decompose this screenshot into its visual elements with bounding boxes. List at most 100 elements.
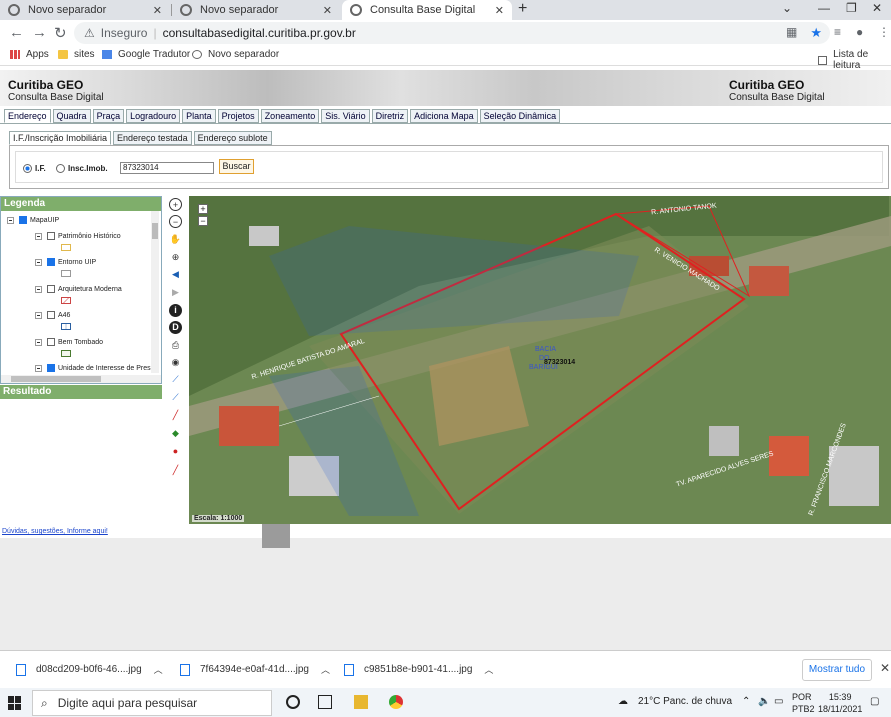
new-tab-button[interactable]: + bbox=[518, 0, 527, 18]
close-icon[interactable]: ✕ bbox=[495, 4, 504, 17]
text-tool-icon[interactable]: ╱ bbox=[169, 464, 182, 477]
info-icon[interactable]: i bbox=[169, 304, 182, 317]
back-icon[interactable]: ← bbox=[9, 24, 24, 41]
feedback-link[interactable]: Dúvidas, sugestões, Informe aqui! bbox=[2, 528, 108, 535]
tab-sis-viario[interactable]: Sis. Viário bbox=[321, 109, 370, 123]
show-all-button[interactable]: Mostrar tudo bbox=[802, 659, 872, 681]
chevron-up-icon[interactable]: ︿ bbox=[484, 663, 493, 676]
restore-icon[interactable]: ❐ bbox=[846, 1, 857, 15]
tab-endereco[interactable]: Endereço bbox=[4, 109, 51, 123]
task-view-icon[interactable] bbox=[318, 695, 332, 709]
tab-quadra[interactable]: Quadra bbox=[52, 109, 91, 123]
weather-icon[interactable]: ☁ bbox=[618, 696, 628, 707]
collapse-icon[interactable] bbox=[35, 338, 42, 346]
minimize-icon[interactable]: — bbox=[818, 1, 830, 15]
legend-item-unidade-interesse[interactable]: Unidade de Interesse de Pres bbox=[35, 364, 151, 372]
legend-h-scrollbar[interactable] bbox=[1, 375, 161, 383]
globe-icon[interactable]: ◉ bbox=[169, 356, 182, 369]
download-item[interactable]: 7f64394e-e0af-41d....jpg ︿ bbox=[180, 663, 330, 676]
pan-hand-icon[interactable]: ✋ bbox=[169, 233, 182, 246]
extension-icon[interactable]: ▦ bbox=[786, 25, 797, 39]
tab-selecao-dinamica[interactable]: Seleção Dinâmica bbox=[479, 109, 561, 123]
tab-diretriz[interactable]: Diretriz bbox=[371, 109, 409, 123]
measure-area-icon[interactable]: ⟋ bbox=[169, 391, 182, 404]
file-explorer-icon[interactable] bbox=[354, 695, 368, 709]
language-indicator[interactable]: POR PTB2 bbox=[792, 691, 815, 715]
menu-icon[interactable]: ⋮ bbox=[878, 25, 890, 39]
radio-if[interactable]: I.F. bbox=[23, 164, 46, 173]
checkbox[interactable] bbox=[47, 258, 55, 266]
browser-tab-2[interactable]: Novo separador ✕ bbox=[172, 0, 340, 20]
tab-planta[interactable]: Planta bbox=[182, 109, 216, 123]
chevron-up-icon[interactable]: ︿ bbox=[154, 663, 163, 676]
distance-icon[interactable]: D bbox=[169, 321, 182, 334]
close-icon[interactable]: ✕ bbox=[153, 4, 162, 17]
taskbar-search[interactable]: ⌕ Digite aqui para pesquisar bbox=[32, 690, 272, 716]
browser-tab-1[interactable]: Novo separador ✕ bbox=[0, 0, 170, 20]
checkbox[interactable] bbox=[47, 338, 55, 346]
collapse-icon[interactable] bbox=[35, 285, 42, 293]
zoom-box-icon[interactable]: ⊕ bbox=[169, 251, 182, 264]
omnibox[interactable]: ⚠ Inseguro | consultabasedigital.curitib… bbox=[74, 22, 830, 44]
download-item[interactable]: d08cd209-b0f6-46....jpg ︿ bbox=[16, 663, 163, 676]
tab-praca[interactable]: Praça bbox=[92, 109, 125, 123]
measure-line-icon[interactable]: ⟋ bbox=[169, 373, 182, 386]
radio-button[interactable] bbox=[23, 164, 32, 173]
close-icon[interactable]: ✕ bbox=[323, 4, 332, 17]
download-item[interactable]: c9851b8e-b901-41....jpg ︿ bbox=[344, 663, 493, 676]
collapse-icon[interactable] bbox=[35, 364, 42, 372]
bookmark-novo-separador[interactable]: Novo separador bbox=[192, 49, 279, 60]
checkbox[interactable] bbox=[47, 364, 55, 372]
forward-arrow-icon[interactable]: ▶ bbox=[169, 286, 182, 299]
clock[interactable]: 15:39 18/11/2021 bbox=[818, 691, 862, 715]
tab-endereco-sublote[interactable]: Endereço sublote bbox=[193, 131, 272, 145]
close-window-icon[interactable]: ✕ bbox=[872, 1, 882, 15]
chevron-up-icon[interactable]: ︿ bbox=[321, 663, 330, 676]
speaker-icon[interactable]: 🔈 bbox=[758, 696, 770, 707]
legend-item-entorno[interactable]: Entorno UIP bbox=[35, 258, 96, 266]
collapse-icon[interactable] bbox=[7, 216, 14, 224]
buscar-button[interactable]: Buscar bbox=[219, 159, 254, 174]
bookmark-sites[interactable]: sites bbox=[58, 49, 95, 60]
map-zoom-in[interactable]: + bbox=[198, 204, 208, 214]
network-icon[interactable]: ▭ bbox=[774, 696, 783, 707]
checkbox[interactable] bbox=[19, 216, 27, 224]
tab-endereco-testada[interactable]: Endereço testada bbox=[113, 131, 192, 145]
collapse-icon[interactable] bbox=[35, 258, 42, 266]
tab-search-icon[interactable]: ⌄ bbox=[782, 1, 792, 15]
draw-line-icon[interactable]: ╱ bbox=[169, 409, 182, 422]
collapse-icon[interactable] bbox=[35, 311, 42, 319]
legend-item-patrimonio[interactable]: Patrimônio Histórico bbox=[35, 232, 121, 240]
weather-text[interactable]: 21°C Panc. de chuva bbox=[638, 696, 732, 707]
checkbox[interactable] bbox=[47, 232, 55, 240]
legend-item-arquitetura[interactable]: Arquitetura Moderna bbox=[35, 285, 122, 293]
cortana-icon[interactable] bbox=[286, 695, 300, 709]
back-arrow-icon[interactable]: ◀ bbox=[169, 268, 182, 281]
close-icon[interactable]: ✕ bbox=[880, 661, 890, 675]
reload-icon[interactable]: ↻ bbox=[54, 24, 67, 42]
chrome-icon[interactable] bbox=[389, 695, 403, 709]
map-viewport[interactable]: + − BACIA DO BARIGUI 87323014 R. ANTONIO… bbox=[189, 196, 891, 524]
notification-icon[interactable]: ▢ bbox=[870, 696, 879, 707]
tab-adiciona-mapa[interactable]: Adiciona Mapa bbox=[410, 109, 478, 123]
map-zoom-out[interactable]: − bbox=[198, 216, 208, 226]
windows-start-icon[interactable] bbox=[8, 696, 22, 710]
draw-point-icon[interactable]: ● bbox=[169, 445, 182, 458]
if-input[interactable]: 87323014 bbox=[120, 162, 214, 174]
legend-item-a46[interactable]: A46 bbox=[35, 311, 70, 319]
checkbox[interactable] bbox=[47, 285, 55, 293]
bookmark-star-icon[interactable]: ★ bbox=[810, 25, 822, 41]
forward-icon[interactable]: → bbox=[32, 24, 47, 41]
chevron-up-icon[interactable]: ⌃ bbox=[742, 696, 750, 707]
radio-button[interactable] bbox=[56, 164, 65, 173]
collapse-icon[interactable] bbox=[35, 232, 42, 240]
legend-item-bem-tombado[interactable]: Bem Tombado bbox=[35, 338, 103, 346]
radio-insc-imob[interactable]: Insc.Imob. bbox=[56, 164, 108, 173]
reading-list[interactable]: Lista de leitura bbox=[818, 49, 891, 71]
tab-projetos[interactable]: Projetos bbox=[217, 109, 259, 123]
tab-logradouro[interactable]: Logradouro bbox=[126, 109, 181, 123]
profile-icon[interactable]: ● bbox=[856, 25, 863, 39]
draw-polygon-icon[interactable]: ◆ bbox=[169, 427, 182, 440]
tab-zoneamento[interactable]: Zoneamento bbox=[260, 109, 320, 123]
print-icon[interactable]: ⎙ bbox=[169, 339, 182, 352]
